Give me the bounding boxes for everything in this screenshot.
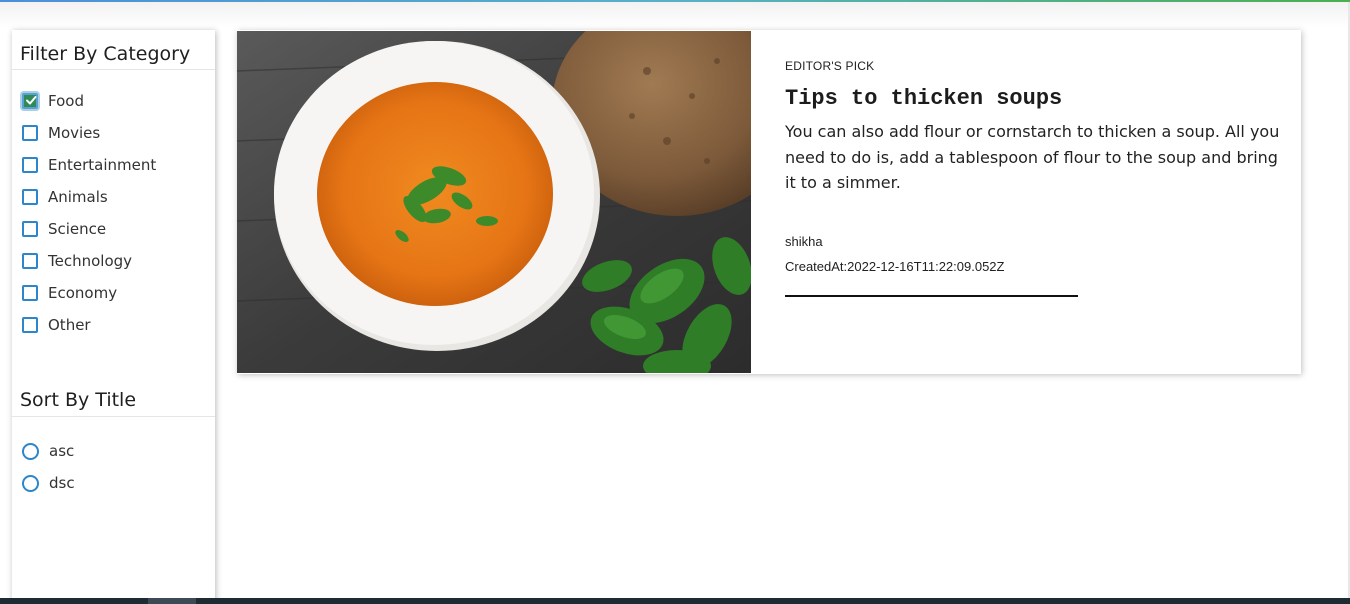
category-label: Other: [48, 316, 91, 334]
category-option-movies[interactable]: Movies: [12, 117, 215, 149]
sort-option-dsc[interactable]: dsc: [12, 467, 215, 499]
post-divider: [785, 295, 1078, 297]
checkbox-other[interactable]: [22, 317, 38, 333]
soup-image: [237, 31, 751, 373]
category-label: Animals: [48, 188, 108, 206]
post-created-at: CreatedAt:2022-12-16T11:22:09.052Z: [785, 259, 1005, 274]
category-option-animals[interactable]: Animals: [12, 181, 215, 213]
checkbox-food[interactable]: [22, 93, 38, 109]
checkbox-science[interactable]: [22, 221, 38, 237]
category-option-other[interactable]: Other: [12, 309, 215, 341]
bottom-scrollbar[interactable]: [0, 598, 1350, 604]
radio-asc[interactable]: [22, 442, 39, 460]
radio-dsc[interactable]: [22, 474, 39, 492]
sort-option-asc[interactable]: asc: [12, 435, 215, 467]
category-list: Food Movies Entertainment Animals Scienc…: [12, 70, 215, 341]
sort-title: Sort By Title: [12, 376, 215, 417]
category-label: Technology: [48, 252, 133, 270]
scrollbar-thumb[interactable]: [148, 598, 196, 604]
check-icon: [26, 96, 37, 105]
post-author: shikha: [785, 234, 823, 249]
category-option-food[interactable]: Food: [12, 85, 215, 117]
header-shadow: [0, 2, 1350, 28]
category-label: Movies: [48, 124, 101, 142]
checkbox-movies[interactable]: [22, 125, 38, 141]
category-label: Entertainment: [48, 156, 157, 174]
category-option-entertainment[interactable]: Entertainment: [12, 149, 215, 181]
category-option-science[interactable]: Science: [12, 213, 215, 245]
filter-title: Filter By Category: [12, 30, 215, 70]
category-option-technology[interactable]: Technology: [12, 245, 215, 277]
sort-options: asc dsc: [12, 417, 215, 499]
sort-label: dsc: [49, 474, 75, 492]
post-image: [237, 31, 751, 373]
post-tag: EDITOR'S PICK: [785, 59, 875, 73]
checkbox-technology[interactable]: [22, 253, 38, 269]
post-card[interactable]: EDITOR'S PICK Tips to thicken soups You …: [237, 30, 1301, 374]
category-label: Economy: [48, 284, 118, 302]
filter-sidebar: Filter By Category Food Movies Entertain…: [12, 30, 215, 604]
checkbox-animals[interactable]: [22, 189, 38, 205]
category-label: Science: [48, 220, 107, 238]
checkbox-entertainment[interactable]: [22, 157, 38, 173]
post-title[interactable]: Tips to thicken soups: [785, 86, 1062, 111]
post-excerpt: You can also add flour or cornstarch to …: [785, 122, 1280, 192]
checkbox-economy[interactable]: [22, 285, 38, 301]
category-option-economy[interactable]: Economy: [12, 277, 215, 309]
sort-label: asc: [49, 442, 75, 460]
category-label: Food: [48, 92, 84, 110]
